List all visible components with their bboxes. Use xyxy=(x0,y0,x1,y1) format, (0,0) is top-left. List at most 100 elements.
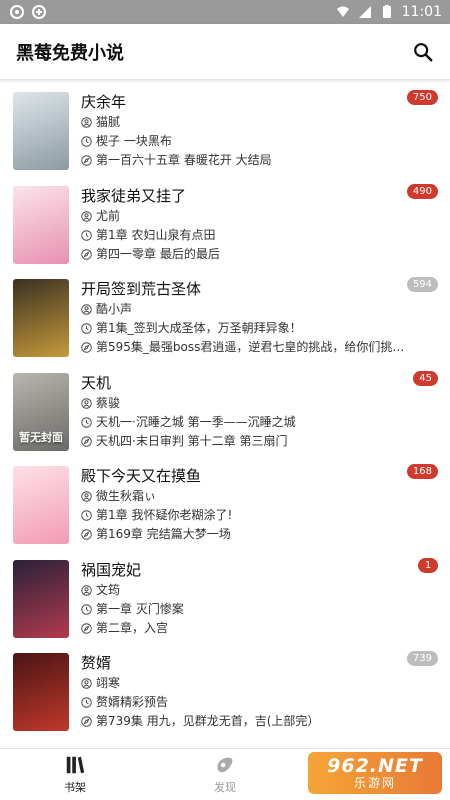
author-row: 翊寒 xyxy=(81,674,438,693)
latest-chapter: 第739集 用九，见群龙无首，吉(上部完） xyxy=(96,714,320,728)
book-cover[interactable] xyxy=(13,559,69,638)
book-title: 赘婿 xyxy=(81,654,112,672)
book-author: 翊寒 xyxy=(96,676,121,690)
read-progress-row: 赘婿精彩预告 xyxy=(81,693,438,712)
book-author: 猫腻 xyxy=(96,115,121,129)
book-title: 祸国宠妃 xyxy=(81,560,142,579)
latest-chapter: 第169章 完结篇大梦一场 xyxy=(96,527,231,541)
clock-icon xyxy=(81,510,92,521)
latest-chapter-row: 第169章 完结篇大梦一场 xyxy=(81,525,438,544)
latest-chapter-icon xyxy=(81,435,92,447)
last-read-chapter: 天机一·沉睡之城 第一季——沉睡之城 xyxy=(96,414,296,429)
author-row: 尤前 xyxy=(81,207,438,226)
clock-icon xyxy=(81,416,92,428)
book-info: 祸国宠妃文筠 第一章 灭门惨案 第二章，入宫 xyxy=(81,560,438,644)
book-info: 我家徒弟又挂了尤前第1章 农妇山泉有点田第四一零章 最后的最后 xyxy=(81,186,438,270)
book-info: 天机 蔡骏 天机一·沉睡之城 第一季——沉睡之城 天机四·末日审判 第十二章 第三扇门 xyxy=(81,373,438,457)
list-item[interactable]: 殿下今天又在摸鱼微生秋霜ぃ第1章 我怀疑你老糊涂了! 第169章 完结篇大梦一场 1… xyxy=(0,456,450,550)
site-watermark: 962.NET 乐游网 xyxy=(308,752,442,794)
clock-icon xyxy=(81,323,92,334)
battery-icon xyxy=(382,5,391,18)
book-info: 赘婿翊寒赘婿精彩预告第739集 用九，见群龙无首，吉(上部完） xyxy=(81,653,438,737)
read-progress-row: 第一章 灭门惨案 xyxy=(81,600,438,619)
book-cover[interactable]: 暂无封面 xyxy=(13,372,69,451)
cover-text: 暂无封面 xyxy=(19,431,63,445)
page-title: 黑莓免费小说 xyxy=(16,42,124,64)
author-icon xyxy=(81,117,92,128)
read-progress-row: 第1章 我怀疑你老糊涂了! xyxy=(81,506,438,525)
last-read-chapter: 楔子 一块黑布 xyxy=(96,134,172,148)
author-row: 猫腻 xyxy=(81,113,438,132)
latest-chapter-row: 第二章，入宫 xyxy=(81,619,438,638)
unread-count-badge: 45 xyxy=(413,370,438,386)
book-cover[interactable] xyxy=(13,185,69,264)
last-read-chapter: 第一章 灭门惨案 xyxy=(96,601,184,616)
book-author: 尤前 xyxy=(96,208,121,223)
tab-bookshelf[interactable]: 书架 xyxy=(0,749,150,800)
book-title: 殿下今天又在摸鱼 xyxy=(81,467,202,485)
list-item[interactable]: 暂无封面 天机 蔡骏 天机一·沉睡之城 第一季——沉睡之城 天机四·末日审判 第十二章 … xyxy=(0,363,450,457)
book-title: 天机 xyxy=(81,373,112,392)
tab-bookshelf-label: 书架 xyxy=(64,781,86,794)
unread-count-badge: 1 xyxy=(418,557,438,573)
latest-chapter-row: 第四一零章 最后的最后 xyxy=(81,245,438,264)
clock-icon xyxy=(81,697,92,708)
book-cover[interactable] xyxy=(13,92,69,170)
latest-chapter-icon xyxy=(81,342,92,353)
author-icon xyxy=(81,397,92,409)
unread-count-badge: 168 xyxy=(406,464,438,479)
latest-chapter-icon xyxy=(81,155,92,166)
book-cover[interactable] xyxy=(13,653,69,731)
author-icon xyxy=(81,678,92,689)
watermark-line1: 962.NET xyxy=(327,755,423,777)
latest-chapter-icon xyxy=(81,248,92,260)
list-item[interactable]: 我家徒弟又挂了 尤前 第1章 农妇山泉有点田 第四一零章 最后的最后 490 xyxy=(0,176,450,270)
last-read-chapter: 第1集_签到大成圣体，万圣朝拜异象！ xyxy=(96,321,302,335)
app-bar: 黑莓免费小说 xyxy=(0,24,450,80)
bookshelf-icon xyxy=(66,756,85,774)
author-icon xyxy=(81,304,92,315)
list-item[interactable]: 祸国宠妃 文筠 第一章 灭门惨案 第二章，入宫 1 xyxy=(0,550,450,644)
read-progress-row: 楔子 一块黑布 xyxy=(81,132,438,151)
app-notification-icon xyxy=(10,5,24,19)
clock-icon xyxy=(81,603,92,615)
status-bar: 11:01 xyxy=(0,0,450,24)
unread-count-badge: 750 xyxy=(406,90,438,105)
list-item[interactable]: 开局签到荒古圣体酷小声第1集_签到大成圣体，万圣朝拜异象！ 第595集_最强bos… xyxy=(0,269,450,363)
list-item[interactable]: 庆余年 猫腻 楔子 一块黑布 第一百六十五章 春暖花开 大结局 750 xyxy=(0,82,450,176)
unread-count-badge: 594 xyxy=(406,277,438,292)
author-icon xyxy=(81,210,92,222)
last-read-chapter: 第1章 农妇山泉有点田 xyxy=(96,227,216,242)
latest-chapter: 天机四·末日审判 第十二章 第三扇门 xyxy=(96,433,288,448)
book-list: 庆余年 猫腻 楔子 一块黑布 第一百六十五章 春暖花开 大结局 750 我家徒弟又挂了 尤前… xyxy=(0,82,450,748)
author-row: 微生秋霜ぃ xyxy=(81,487,438,506)
read-progress-row: 第1集_签到大成圣体，万圣朝拜异象！ xyxy=(81,319,438,338)
latest-chapter-row: 第739集 用九，见群龙无首，吉(上部完） xyxy=(81,712,438,731)
book-author: 微生秋霜ぃ xyxy=(96,489,157,503)
latest-chapter-row: 天机四·末日审判 第十二章 第三扇门 xyxy=(81,432,438,451)
latest-chapter: 第595集_最强boss君逍遥，逆君七皇的挑战，给你们挑… xyxy=(96,340,405,354)
author-icon xyxy=(81,491,92,502)
search-icon[interactable] xyxy=(412,41,434,63)
book-cover[interactable] xyxy=(13,279,69,357)
status-time: 11:01 xyxy=(401,4,442,20)
clock-icon xyxy=(81,136,92,147)
last-read-chapter: 赘婿精彩预告 xyxy=(96,695,169,709)
author-row: 酷小声 xyxy=(81,300,438,319)
book-author: 酷小声 xyxy=(96,302,133,316)
signal-icon xyxy=(358,6,371,18)
book-cover[interactable] xyxy=(13,466,69,544)
latest-chapter-row: 第595集_最强boss君逍遥，逆君七皇的挑战，给你们挑… xyxy=(81,338,438,357)
list-item[interactable]: 赘婿 翊寒 赘婿精彩预告 第739集 用九，见群龙无首，吉(上部完） 739 xyxy=(0,643,450,737)
author-row: 文筠 xyxy=(81,581,438,600)
watermark-line2: 乐游网 xyxy=(353,776,396,790)
unread-count-badge: 739 xyxy=(406,651,438,666)
latest-chapter: 第二章，入宫 xyxy=(96,620,169,635)
book-title: 开局签到荒古圣体 xyxy=(81,280,202,298)
latest-chapter-icon xyxy=(81,622,92,634)
tab-discover[interactable]: 发现 xyxy=(150,749,300,800)
author-icon xyxy=(81,584,92,596)
unread-count-badge: 490 xyxy=(406,183,438,199)
book-title: 我家徒弟又挂了 xyxy=(81,186,187,205)
latest-chapter-icon xyxy=(81,529,92,540)
